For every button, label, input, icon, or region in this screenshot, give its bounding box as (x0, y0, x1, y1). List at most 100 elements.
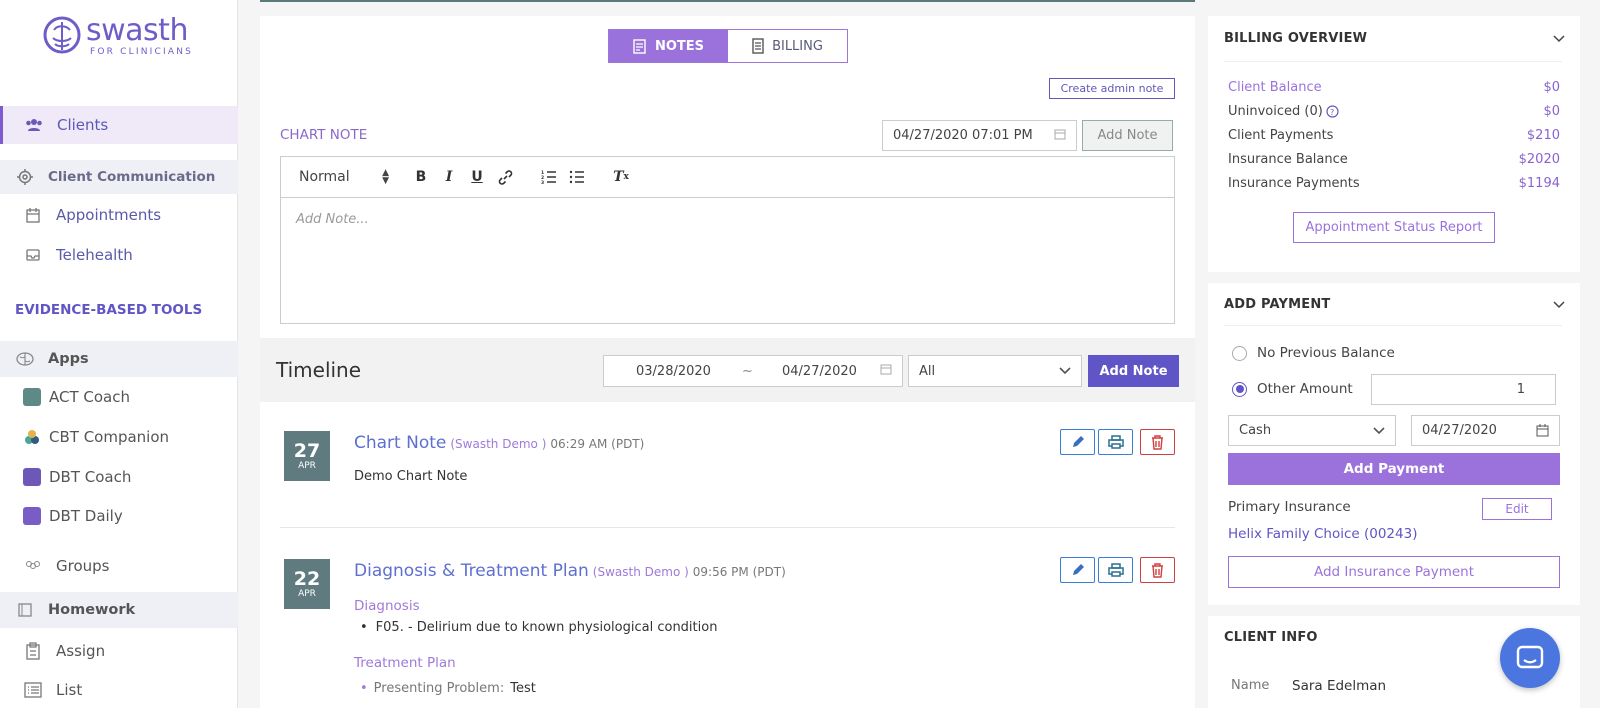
print-entry-button[interactable] (1098, 557, 1133, 583)
entry-title[interactable]: Chart Note (354, 433, 446, 453)
underline-icon[interactable]: U (463, 163, 491, 191)
amount-input[interactable]: 1 (1371, 374, 1556, 405)
payment-method-select[interactable]: Cash (1228, 415, 1396, 446)
radio-no-previous-balance[interactable]: No Previous Balance (1232, 345, 1395, 361)
appointment-status-report-button[interactable]: Appointment Status Report (1293, 212, 1495, 243)
sidebar-item-act-coach[interactable]: ACT Coach (0, 378, 238, 416)
svg-text:3: 3 (541, 180, 544, 184)
add-note-button[interactable]: Add Note (1082, 120, 1173, 151)
sidebar-item-dbt-daily[interactable]: DBT Daily (0, 497, 238, 535)
sidebar-item-label: Appointments (56, 206, 162, 224)
sidebar-item-cbt-companion[interactable]: CBT Companion (0, 418, 238, 456)
chevron-down-icon[interactable] (1553, 33, 1565, 45)
billing-row-value: $2020 (1518, 152, 1560, 167)
calendar-icon (1054, 128, 1066, 144)
sidebar-item-appointments[interactable]: Appointments (0, 196, 238, 234)
radio-label: Other Amount (1257, 381, 1353, 397)
sidebar-item-clients[interactable]: Clients (0, 106, 238, 144)
sidebar-item-label: Assign (56, 642, 106, 660)
insurer-name[interactable]: Helix Family Choice (00243) (1228, 526, 1417, 542)
diagnosis-item-text: F05. - Delirium due to known physiologic… (375, 620, 718, 635)
sidebar-item-list[interactable]: List (0, 672, 238, 708)
entry-date-badge: 22 APR (284, 559, 330, 609)
sidebar-item-label: Clients (57, 116, 109, 134)
timeline-date-range[interactable]: 03/28/2020 ~ 04/27/2020 (603, 355, 903, 387)
help-icon[interactable]: ? (1326, 105, 1339, 118)
billing-row: Insurance Payments $1194 (1228, 176, 1560, 191)
sidebar-item-dbt-coach[interactable]: DBT Coach (0, 458, 238, 496)
updown-icon: ▲ ▼ (382, 168, 389, 186)
create-admin-note-button[interactable]: Create admin note (1049, 78, 1175, 99)
dbt-coach-app-icon (23, 468, 41, 486)
ordered-list-icon[interactable]: 123 (535, 163, 563, 191)
top-divider (260, 0, 1195, 2)
sidebar: swasth FOR CLINICIANS Clients Client Com… (0, 0, 238, 708)
billing-row-value: $1194 (1518, 176, 1560, 191)
billing-row-value: $0 (1543, 104, 1560, 119)
list-icon (24, 681, 42, 699)
entry-day: 27 (293, 440, 321, 462)
radio-other-amount[interactable]: Other Amount (1232, 381, 1353, 397)
pencil-icon (1072, 564, 1084, 575)
logo[interactable]: swasth FOR CLINICIANS (42, 14, 202, 64)
link-icon[interactable] (491, 163, 519, 191)
entry-time: 09:56 PM (PDT) (692, 565, 786, 579)
edit-entry-button[interactable] (1060, 429, 1095, 455)
treatment-plan-label: Treatment Plan (354, 655, 456, 671)
billing-row: Client Payments $210 (1228, 128, 1560, 143)
bullet-list-icon[interactable] (563, 163, 591, 191)
entry-body: Demo Chart Note (354, 469, 468, 484)
receipt-icon (752, 38, 764, 54)
sidebar-item-apps[interactable]: Apps (0, 341, 238, 377)
delete-entry-button[interactable] (1140, 557, 1175, 583)
timeline-filter-select[interactable]: All (908, 355, 1082, 387)
add-insurance-payment-button[interactable]: Add Insurance Payment (1228, 556, 1560, 588)
billing-row: Uninvoiced (0) ? $0 (1228, 104, 1560, 119)
sidebar-item-label: DBT Daily (49, 507, 123, 525)
edit-insurance-button[interactable]: Edit (1482, 498, 1552, 520)
tab-notes[interactable]: NOTES (609, 30, 728, 62)
divider (1224, 61, 1562, 62)
client-name-label: Name (1231, 678, 1270, 693)
view-toggle: NOTES BILLING (608, 29, 848, 63)
primary-insurance-label: Primary Insurance (1228, 499, 1351, 515)
chart-note-label: CHART NOTE (280, 127, 368, 143)
edit-entry-button[interactable] (1060, 557, 1095, 583)
groups-icon (24, 557, 42, 575)
bold-icon[interactable]: B (407, 163, 435, 191)
clear-format-icon[interactable]: Tx (607, 163, 635, 191)
timeline-title: Timeline (276, 358, 362, 382)
sidebar-item-homework[interactable]: Homework (0, 592, 238, 628)
tab-billing[interactable]: BILLING (728, 30, 847, 62)
chat-launcher-button[interactable] (1500, 628, 1560, 688)
timeline-add-note-button[interactable]: Add Note (1088, 355, 1179, 387)
payment-date-input[interactable]: 04/27/2020 (1411, 415, 1560, 446)
italic-icon[interactable]: I (435, 163, 463, 191)
add-payment-button[interactable]: Add Payment (1228, 453, 1560, 485)
calendar-icon (1536, 424, 1549, 437)
sidebar-item-groups[interactable]: Groups (0, 547, 238, 585)
note-datetime-value: 04/27/2020 07:01 PM (893, 128, 1033, 143)
note-datetime-input[interactable]: 04/27/2020 07:01 PM (882, 120, 1077, 151)
section-heading-evidence-based-tools: EVIDENCE-BASED TOOLS (15, 302, 203, 318)
sidebar-item-client-communication[interactable]: Client Communication (0, 160, 238, 194)
print-entry-button[interactable] (1098, 429, 1133, 455)
tab-billing-label: BILLING (772, 38, 823, 54)
billing-row-label[interactable]: Client Balance (1228, 80, 1322, 95)
divider (1224, 325, 1562, 326)
format-select-value: Normal (299, 169, 350, 185)
inbox-icon (24, 246, 42, 264)
chevron-down-icon[interactable] (1553, 299, 1565, 311)
entry-title[interactable]: Diagnosis & Treatment Plan (354, 561, 589, 581)
bullet: • (360, 681, 368, 696)
entry-day: 22 (293, 568, 321, 590)
cbt-app-icon (23, 428, 41, 446)
sidebar-item-telehealth[interactable]: Telehealth (0, 236, 238, 274)
sidebar-item-assign[interactable]: Assign (0, 632, 238, 670)
format-select[interactable]: Normal ▲ ▼ (299, 168, 389, 186)
note-placeholder[interactable]: Add Note... (296, 212, 369, 227)
delete-entry-button[interactable] (1140, 429, 1175, 455)
billing-row-value: $210 (1526, 128, 1560, 143)
calendar-icon (880, 363, 892, 379)
billing-row-value: $0 (1543, 80, 1560, 95)
